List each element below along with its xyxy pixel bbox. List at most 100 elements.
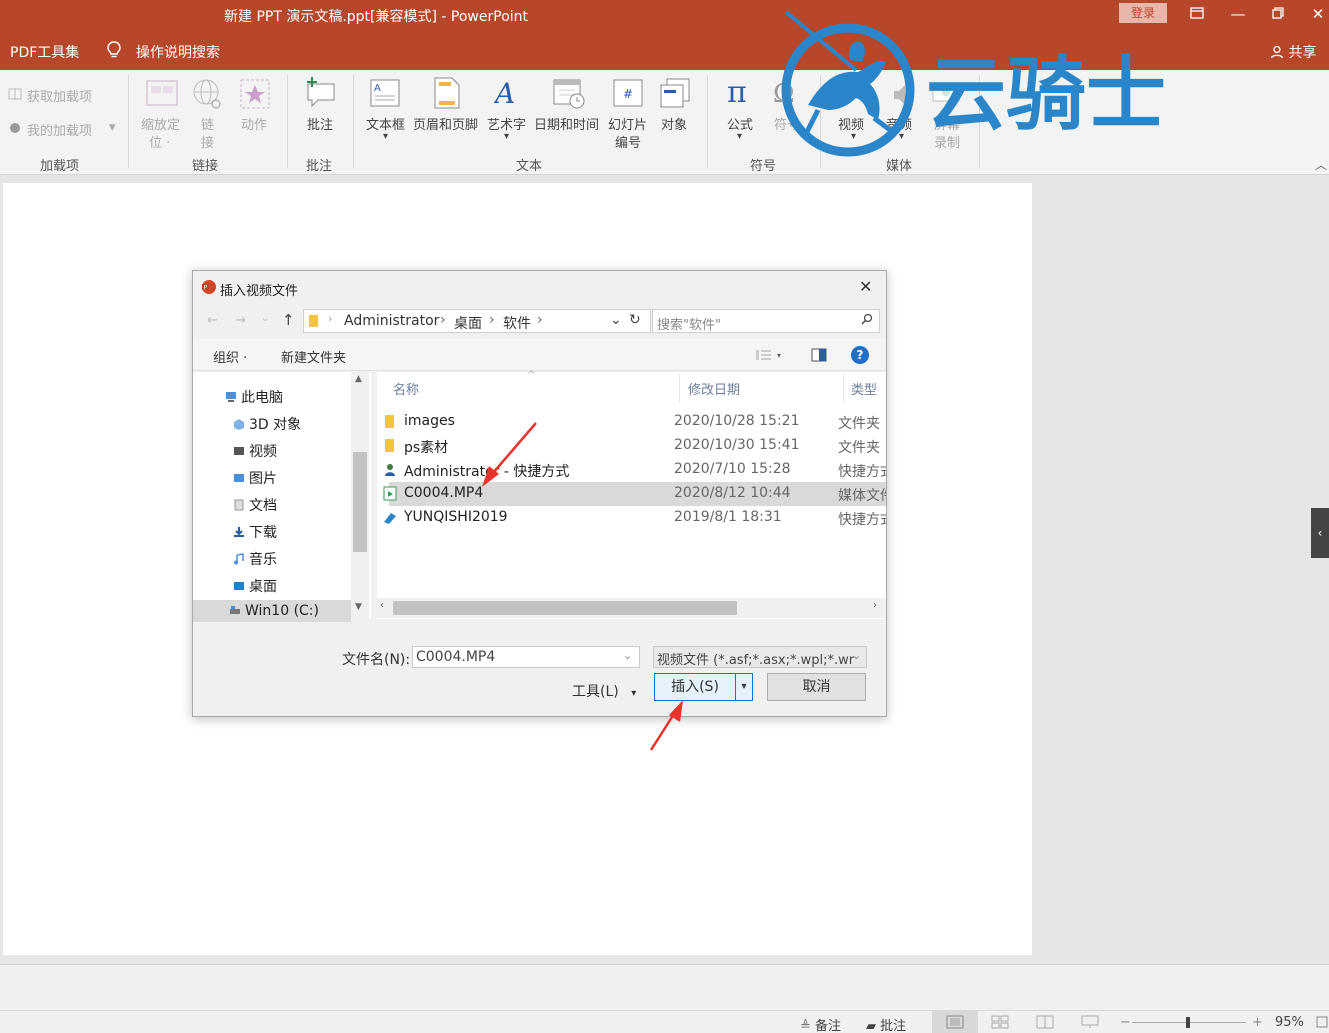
- login-button[interactable]: 登录: [1119, 3, 1167, 23]
- address-bar[interactable]: › Administrator › 桌面 › 软件 › ⌄ ↻: [303, 309, 651, 333]
- column-separator[interactable]: [843, 374, 844, 402]
- search-icon[interactable]: [861, 313, 873, 329]
- minimize-icon[interactable]: —: [1223, 3, 1253, 25]
- back-arrow-icon[interactable]: ←: [207, 313, 218, 328]
- my-addins-button[interactable]: 我的加载项: [27, 120, 92, 139]
- nav-item-downloads[interactable]: 下载: [233, 522, 277, 542]
- insert-button[interactable]: 插入(S): [654, 673, 736, 701]
- video-dropdown-icon[interactable]: ▾: [851, 131, 856, 142]
- scroll-left-icon[interactable]: ‹: [380, 600, 384, 611]
- side-panel-toggle[interactable]: ‹: [1311, 508, 1329, 558]
- audio-dropdown-icon[interactable]: ▾: [899, 131, 904, 142]
- column-header-modified[interactable]: 修改日期: [688, 379, 740, 398]
- documents-folder-icon: [233, 499, 245, 511]
- filetype-select[interactable]: 视频文件 (*.asf;*.asx;*.wpl;*.wr ⌄: [653, 646, 867, 668]
- header-footer-button[interactable]: 页眉和页脚: [413, 114, 478, 133]
- nav-scrollbar-thumb[interactable]: [353, 452, 367, 552]
- notes-button[interactable]: ≜ 备注: [800, 1015, 841, 1033]
- filename-input[interactable]: C0004.MP4 ⌄: [412, 646, 640, 668]
- file-row-administrator-shortcut[interactable]: Administrator - 快捷方式 2020/7/10 15:28 快捷方…: [385, 458, 886, 482]
- zoom-level[interactable]: 95%: [1275, 1015, 1304, 1030]
- symbol-button[interactable]: 符号: [774, 114, 800, 133]
- tell-me-search[interactable]: 操作说明搜索: [136, 42, 220, 62]
- slide-number-button[interactable]: 幻灯片: [608, 114, 647, 133]
- reading-view-icon[interactable]: [1036, 1015, 1054, 1033]
- breadcrumb-desktop[interactable]: 桌面: [454, 313, 482, 333]
- close-icon[interactable]: ✕: [1303, 3, 1329, 25]
- column-header-type[interactable]: 类型: [851, 379, 877, 398]
- recent-locations-icon[interactable]: ⌄: [261, 313, 269, 324]
- nav-item-3d-objects[interactable]: 3D 对象: [233, 414, 301, 434]
- filename-dropdown-icon[interactable]: ⌄: [623, 649, 632, 662]
- search-box[interactable]: 搜索"软件": [652, 309, 880, 333]
- nav-item-pictures[interactable]: 图片: [233, 468, 277, 488]
- nav-item-documents[interactable]: 文档: [233, 495, 277, 515]
- file-list-horizontal-scrollbar[interactable]: ‹ ›: [377, 598, 886, 618]
- file-row-c0004-mp4[interactable]: C0004.MP4 2020/8/12 10:44 媒体文件: [383, 482, 886, 506]
- scroll-up-icon[interactable]: ▲: [355, 374, 362, 384]
- collapse-ribbon-icon[interactable]: ︿: [1315, 156, 1327, 173]
- link-button[interactable]: 链: [201, 114, 214, 133]
- my-addins-dropdown-icon[interactable]: ▾: [109, 120, 116, 135]
- nav-item-drive-c[interactable]: Win10 (C:): [229, 603, 319, 619]
- forward-arrow-icon[interactable]: →: [235, 313, 246, 328]
- column-separator[interactable]: [679, 374, 680, 402]
- normal-view-button[interactable]: [932, 1011, 978, 1033]
- music-folder-icon: [233, 553, 245, 565]
- zoom-out-button[interactable]: −: [1120, 1015, 1131, 1030]
- zoom-button[interactable]: 缩放定: [141, 114, 180, 133]
- scroll-down-icon[interactable]: ▼: [355, 602, 362, 612]
- ribbon-separator: [979, 75, 980, 168]
- insert-dropdown-icon[interactable]: ▾: [735, 673, 753, 701]
- fit-to-window-icon[interactable]: [1316, 1016, 1328, 1032]
- filetype-dropdown-icon[interactable]: ⌄: [852, 649, 861, 662]
- file-modified: 2020/10/30 15:41: [674, 437, 800, 453]
- share-button[interactable]: 共享: [1270, 42, 1316, 62]
- zoom-in-button[interactable]: +: [1252, 1015, 1263, 1030]
- equation-dropdown-icon[interactable]: ▾: [737, 131, 742, 142]
- file-row-images[interactable]: images 2020/10/28 15:21 文件夹: [385, 410, 886, 434]
- powerpoint-app-icon: P: [201, 279, 217, 299]
- zoom-slider[interactable]: [1132, 1017, 1246, 1028]
- breadcrumb-software[interactable]: 软件: [503, 313, 531, 333]
- slide-sorter-icon[interactable]: [991, 1015, 1009, 1033]
- slideshow-icon[interactable]: [1081, 1015, 1099, 1033]
- view-options-icon[interactable]: ▾: [755, 348, 785, 366]
- nav-item-desktop[interactable]: 桌面: [233, 576, 277, 596]
- help-icon[interactable]: ?: [851, 346, 869, 364]
- scroll-right-icon[interactable]: ›: [873, 600, 877, 611]
- breadcrumb-administrator[interactable]: Administrator: [344, 313, 439, 329]
- comments-button[interactable]: ▰ 批注: [866, 1015, 906, 1033]
- nav-scrollbar[interactable]: ▲ ▼: [351, 372, 369, 619]
- nav-item-music[interactable]: 音乐: [233, 549, 277, 569]
- ribbon-display-icon[interactable]: [1182, 3, 1212, 25]
- comment-button[interactable]: 批注: [307, 114, 333, 133]
- action-button[interactable]: 动作: [241, 114, 267, 133]
- new-folder-button[interactable]: 新建文件夹: [281, 347, 346, 366]
- refresh-icon[interactable]: ↻: [629, 312, 641, 328]
- up-arrow-icon[interactable]: ↑: [282, 311, 295, 329]
- date-time-button[interactable]: 日期和时间: [534, 114, 599, 133]
- preview-pane-icon[interactable]: [811, 348, 827, 366]
- nav-item-videos[interactable]: 视频: [233, 441, 277, 461]
- tools-button[interactable]: 工具(L) ▾: [572, 681, 636, 701]
- zoom-slider-thumb[interactable]: [1186, 1017, 1190, 1028]
- nav-item-this-pc[interactable]: 此电脑: [225, 387, 283, 407]
- screen-recording-button[interactable]: 屏幕: [934, 114, 960, 133]
- organize-button[interactable]: 组织 ·: [213, 347, 247, 366]
- wordart-dropdown-icon[interactable]: ▾: [504, 131, 509, 142]
- textbox-dropdown-icon[interactable]: ▾: [383, 131, 388, 142]
- column-header-name[interactable]: 名称: [393, 379, 419, 398]
- search-input[interactable]: 搜索"软件": [657, 314, 721, 333]
- dialog-close-icon[interactable]: ✕: [859, 277, 872, 296]
- file-row-yunqishi2019[interactable]: YUNQISHI2019 2019/8/1 18:31 快捷方式: [384, 506, 886, 530]
- action-icon: [240, 79, 270, 113]
- get-addins-button[interactable]: 获取加载项: [27, 86, 92, 105]
- cancel-button[interactable]: 取消: [767, 673, 866, 701]
- address-dropdown-icon[interactable]: ⌄: [610, 312, 622, 328]
- restore-icon[interactable]: [1263, 3, 1293, 25]
- file-row-ps-materials[interactable]: ps素材 2020/10/30 15:41 文件夹: [385, 434, 886, 458]
- tab-pdf-tools[interactable]: PDF工具集: [10, 42, 79, 62]
- horizontal-scrollbar-thumb[interactable]: [393, 601, 737, 615]
- object-button[interactable]: 对象: [661, 114, 687, 133]
